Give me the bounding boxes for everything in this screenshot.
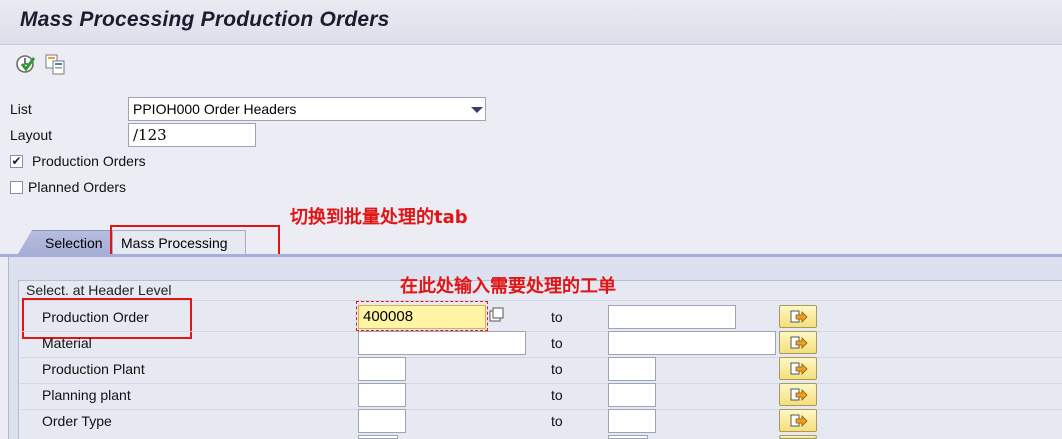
production-order-multiple-selection-button[interactable]	[779, 305, 817, 328]
tab-selection[interactable]: Selection	[18, 230, 112, 254]
production-order-to-label: to	[551, 309, 563, 325]
planning-plant-to-label: to	[551, 387, 563, 403]
order-type-to-label: to	[551, 413, 563, 429]
row-divider	[20, 409, 1062, 410]
order-type-from-input[interactable]	[358, 409, 406, 433]
production-orders-label: Production Orders	[32, 153, 146, 169]
row-divider	[20, 383, 1062, 384]
production-order-highlight-box	[22, 298, 192, 339]
planning-plant-multiple-selection-button[interactable]	[779, 383, 817, 406]
order-type-multiple-selection-button[interactable]	[779, 409, 817, 432]
material-to-label: to	[551, 335, 563, 351]
execute-icon[interactable]	[14, 52, 38, 76]
material-label: Material	[42, 335, 92, 351]
row-divider	[20, 331, 1062, 332]
production-plant-label: Production Plant	[42, 361, 145, 377]
order-type-to-input[interactable]	[608, 409, 656, 433]
arrow-right-icon	[790, 336, 808, 349]
material-to-input[interactable]	[608, 331, 776, 355]
row-divider	[20, 357, 1062, 358]
chevron-down-icon[interactable]	[471, 107, 483, 113]
list-dropdown-value: PPIOH000 Order Headers	[133, 101, 297, 117]
planned-orders-label: Planned Orders	[28, 179, 127, 195]
application-toolbar	[0, 45, 1062, 85]
material-from-input[interactable]	[358, 331, 526, 355]
next-row-to-input[interactable]	[608, 435, 648, 439]
arrow-right-icon	[790, 362, 808, 375]
production-order-to-input[interactable]	[608, 305, 736, 329]
list-dropdown[interactable]: PPIOH000 Order Headers	[128, 97, 486, 121]
production-plant-to-input[interactable]	[608, 357, 656, 381]
production-order-input-highlight	[356, 301, 488, 331]
copy-variant-icon[interactable]	[44, 52, 68, 76]
production-plant-to-label: to	[551, 361, 563, 377]
tab-hint-annotation: 切换到批量处理的tab	[290, 207, 468, 228]
planning-plant-label: Planning plant	[42, 387, 131, 403]
layout-label: Layout	[10, 127, 53, 143]
list-label: List	[10, 101, 32, 117]
planning-plant-to-input[interactable]	[608, 383, 656, 407]
material-multiple-selection-button[interactable]	[779, 331, 817, 354]
planning-plant-from-input[interactable]	[358, 383, 406, 407]
order-hint-annotation: 在此处输入需要处理的工单	[400, 276, 616, 297]
value-help-icon[interactable]	[488, 306, 506, 326]
planned-orders-checkbox[interactable]	[10, 181, 23, 194]
arrow-right-icon	[790, 388, 808, 401]
production-plant-multiple-selection-button[interactable]	[779, 357, 817, 380]
order-type-label: Order Type	[42, 413, 112, 429]
group-title: Select. at Header Level	[26, 282, 172, 298]
production-orders-checkbox[interactable]: ✔	[10, 155, 23, 168]
next-row-from-input[interactable]	[358, 435, 398, 439]
page-title: Mass Processing Production Orders	[20, 8, 390, 31]
arrow-right-icon	[790, 310, 808, 323]
arrow-right-icon	[790, 414, 808, 427]
production-plant-from-input[interactable]	[358, 357, 406, 381]
next-row-multiple-selection-button[interactable]	[779, 435, 817, 439]
layout-input[interactable]: /123	[128, 123, 256, 147]
